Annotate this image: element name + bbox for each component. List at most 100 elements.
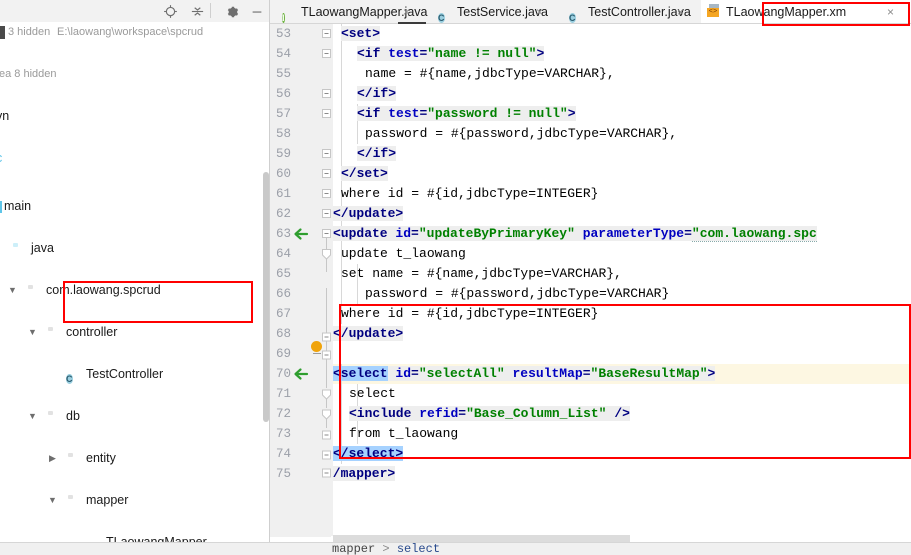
minimize-icon[interactable] [248,3,265,20]
line-number: 70 [275,367,291,381]
fold-marker[interactable] [321,464,332,484]
fold-marker[interactable] [321,384,332,408]
code-line-70[interactable]: <select id="selectAll" resultMap="BaseRe… [333,364,716,384]
sidebar-item-mapper[interactable]: ▼ mapper [0,490,262,511]
tree-label-mapper: mapper [86,493,129,507]
fold-marker[interactable] [321,44,332,64]
fold-marker[interactable] [321,104,332,124]
code-line-74[interactable]: </select> [333,444,404,464]
fold-marker[interactable] [321,84,332,104]
chevron-down-icon[interactable]: ▼ [27,406,38,427]
tab-close-icon[interactable]: × [677,0,684,24]
project-tree[interactable]: 3 hidden E:\laowang\workspace\spcrud ea … [0,22,262,555]
fold-marker[interactable] [321,164,332,184]
tree-row-module-hidden[interactable]: 3 hidden E:\laowang\workspace\spcrud [0,22,262,43]
code-line-71[interactable]: select [349,384,396,404]
fold-marker[interactable] [321,184,332,204]
tab-tlaowangmapper-java[interactable]: I TLaowangMapper.java × [274,0,427,24]
code-line-55[interactable]: name = #{name,jdbcType=VARCHAR}, [365,64,615,84]
line-number: 71 [275,387,291,401]
tab-close-icon[interactable]: × [536,0,543,24]
line-number: 61 [275,187,291,201]
code-line-62[interactable]: </update> [333,204,404,224]
fold-marker[interactable] [321,224,332,252]
code-line-61[interactable]: where id = #{id,jdbcType=INTEGER} [341,184,598,204]
code-line-56[interactable]: </if> [357,84,397,104]
code-line-75[interactable]: </mapper> [333,464,396,484]
code-line-66[interactable]: password = #{password,jdbcType=VARCHAR} [365,284,669,304]
code-line-67[interactable]: where id = #{id,jdbcType=INTEGER} [341,304,598,324]
fold-marker[interactable] [321,144,332,164]
code-line-72[interactable]: <include refid="Base_Column_List" /> [349,404,630,424]
line-number: 63 [275,227,291,241]
tree-row-clipped-vn[interactable]: vn [0,106,262,127]
breadcrumb-parent[interactable]: mapper [332,543,375,555]
intention-bulb-icon[interactable] [311,338,325,358]
code-line-73[interactable]: from t_laowang [349,424,458,444]
tree-label-testcontroller: TestController [86,367,164,381]
tree-row-hidden-2[interactable]: ea 8 hidden [0,64,262,85]
chevron-down-icon[interactable]: ▼ [7,280,18,301]
settings-gear-icon[interactable] [223,3,240,20]
chevron-down-icon[interactable]: ▼ [47,490,58,511]
code-line-59[interactable]: </if> [357,144,397,164]
sidebar-item-java[interactable]: java [0,238,262,259]
line-number: 62 [275,207,291,221]
collapse-all-icon[interactable] [189,3,206,20]
sidebar-item-entity[interactable]: ▶ entity [0,448,262,469]
tab-close-icon[interactable]: × [887,0,894,24]
tab-tlaowangmapper-xml[interactable]: TLaowangMapper.xm × [701,0,911,24]
hidden-count-label: 3 hidden [8,26,51,38]
editor-gutter[interactable]: 53 54 55 56 57 58 59 60 61 62 63 64 65 6… [270,24,333,537]
code-line-58[interactable]: password = #{password,jdbcType=VARCHAR}, [365,124,677,144]
line-number: 55 [275,67,291,81]
go-to-declaration-arrow-icon[interactable] [291,224,311,244]
code-text-area[interactable]: <set> <if test="name != null"> name = #{… [333,24,911,537]
module-icon [0,26,5,39]
tree-label-db: db [66,409,80,423]
tree-row-clipped-c[interactable]: c [0,148,262,169]
tab-close-icon[interactable]: × [403,0,410,24]
sidebar-item-controller[interactable]: ▼ controller [0,322,262,343]
code-line-64[interactable]: update t_laowang [341,244,466,264]
sidebar-item-package-root[interactable]: ▼ com.laowang.spcrud [0,280,262,301]
code-line-65[interactable]: set name = #{name,jdbcType=VARCHAR}, [341,264,622,284]
go-to-declaration-arrow-icon[interactable] [291,364,311,384]
sidebar-item-testcontroller[interactable]: C TestController [0,364,262,385]
chevron-down-icon[interactable]: ▼ [27,322,38,343]
line-number: 53 [275,27,291,41]
code-line-57[interactable]: <if test="password != null"> [357,104,576,124]
code-editor[interactable]: 53 54 55 56 57 58 59 60 61 62 63 64 65 6… [270,24,911,537]
chevron-right-icon[interactable]: ▶ [47,448,58,469]
sidebar-item-db[interactable]: ▼ db [0,406,262,427]
code-line-53[interactable]: <set> [341,24,381,44]
fold-marker[interactable] [321,424,332,444]
fold-marker[interactable] [321,444,332,464]
breadcrumb-current[interactable]: select [397,543,440,555]
tab-testservice-java[interactable]: C TestService.java × [430,0,548,24]
line-number: 59 [275,147,291,161]
fold-marker[interactable] [321,304,332,332]
line-number: 69 [275,347,291,361]
line-number: 64 [275,247,291,261]
tree-row-main[interactable]: main [0,196,262,217]
fold-marker[interactable] [321,24,332,44]
code-line-63[interactable]: <update id="updateByPrimaryKey" paramete… [333,224,817,244]
class-icon: C [66,374,73,384]
project-toolbar [0,0,270,23]
line-number: 57 [275,107,291,121]
fold-marker[interactable] [321,204,332,224]
project-path-label: E:\laowang\workspace\spcrud [57,26,204,38]
tab-testcontroller-java[interactable]: C TestController.java × [561,0,691,24]
line-number: 65 [275,267,291,281]
code-line-68[interactable]: </update> [333,324,404,344]
class-icon: C [569,13,576,23]
fold-marker[interactable] [321,244,332,272]
fold-marker[interactable] [321,364,332,388]
breadcrumb[interactable]: mapper > select [332,543,440,555]
code-line-54[interactable]: <if test="name != null"> [357,44,545,64]
code-line-60[interactable]: </set> [341,164,388,184]
locate-icon[interactable] [162,3,179,20]
fold-marker[interactable] [321,284,332,312]
fold-marker[interactable] [321,404,332,428]
